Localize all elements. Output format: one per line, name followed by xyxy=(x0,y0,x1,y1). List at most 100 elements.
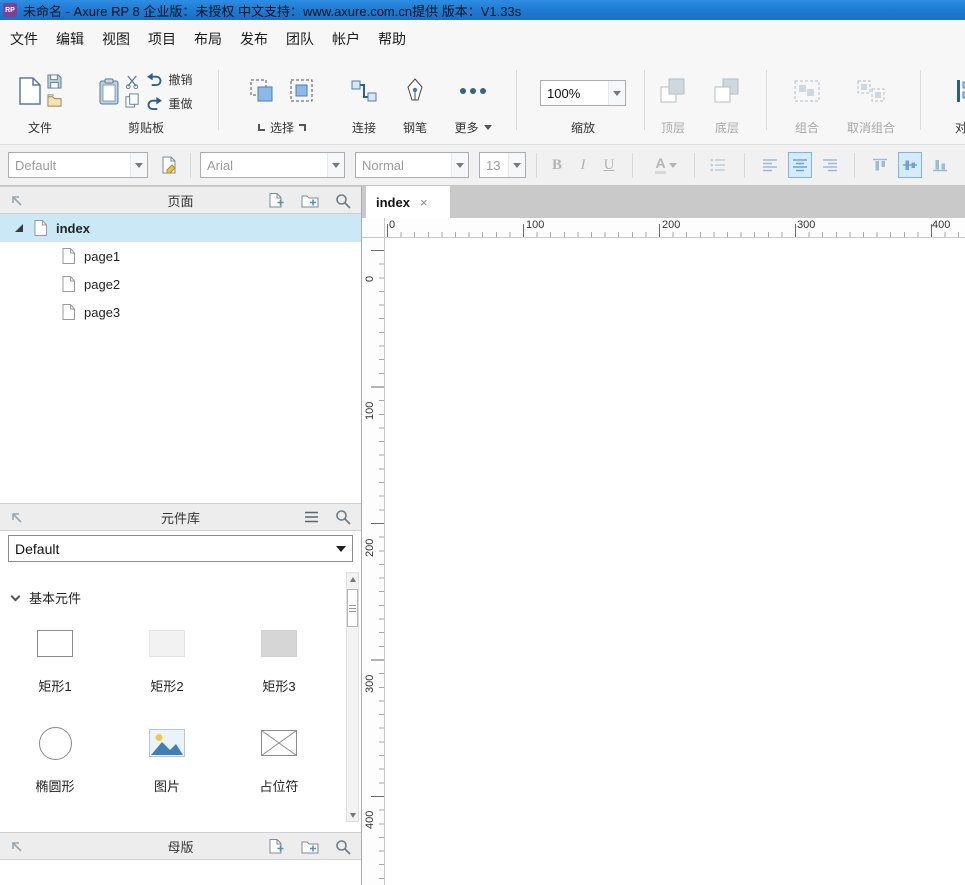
tree-expand-icon[interactable] xyxy=(15,224,23,232)
menu-publish[interactable]: 发布 xyxy=(231,23,277,55)
menu-view[interactable]: 视图 xyxy=(93,23,139,55)
font-style-combobox[interactable]: Normal xyxy=(355,152,469,178)
menu-layout[interactable]: 布局 xyxy=(185,23,231,55)
paste-icon[interactable] xyxy=(99,78,119,105)
widget-rect1-thumb xyxy=(6,618,104,668)
menu-file[interactable]: 文件 xyxy=(1,23,47,55)
panel-pin-icon[interactable] xyxy=(10,840,23,853)
zoom-group: 100% 缩放 xyxy=(528,66,638,138)
style-dropdown-button[interactable] xyxy=(130,153,147,177)
panel-pin-icon[interactable] xyxy=(10,511,23,524)
undo-button[interactable]: 撤销 xyxy=(146,71,192,88)
cut-icon[interactable] xyxy=(125,74,140,89)
ruler-corner xyxy=(362,218,385,238)
group-button[interactable]: 组合 xyxy=(782,66,832,138)
widget-placeholder-thumb xyxy=(230,718,328,768)
save-icon[interactable] xyxy=(47,74,62,89)
add-folder-icon[interactable] xyxy=(301,193,319,208)
redo-button[interactable]: 重做 xyxy=(146,95,192,112)
more-button[interactable]: 更多 xyxy=(442,66,504,138)
tree-item-index[interactable]: index xyxy=(0,214,361,242)
widget-ellipse[interactable]: 椭圆形 xyxy=(6,718,104,795)
new-page-icon[interactable] xyxy=(19,77,41,105)
panel-menu-icon[interactable] xyxy=(304,511,319,523)
menu-project[interactable]: 项目 xyxy=(139,23,185,55)
design-canvas[interactable] xyxy=(385,238,965,885)
library-combobox[interactable]: Default xyxy=(8,535,353,562)
add-folder-icon[interactable] xyxy=(301,839,319,854)
font-color-button[interactable]: A xyxy=(645,152,687,178)
select-corner-right-icon[interactable] xyxy=(299,124,306,131)
valign-top-icon xyxy=(872,158,888,172)
search-icon[interactable] xyxy=(335,839,351,855)
widget-section-header[interactable]: 基本元件 xyxy=(12,588,81,607)
widget-image[interactable]: 图片 xyxy=(118,718,216,795)
widgets-panel-header: 元件库 xyxy=(0,503,361,531)
widget-rect1[interactable]: 矩形1 xyxy=(6,618,104,695)
widgets-scrollbar[interactable] xyxy=(346,572,359,822)
font-style-dropdown-button[interactable] xyxy=(451,153,468,177)
ungroup-button[interactable]: 取消组合 xyxy=(836,66,906,138)
add-page-icon[interactable] xyxy=(268,192,285,209)
pen-button[interactable]: 钢笔 xyxy=(392,66,438,138)
file-tools-group[interactable]: 文件 xyxy=(8,66,72,138)
select-intersect-icon[interactable] xyxy=(249,78,275,104)
tree-item-page1[interactable]: page1 xyxy=(0,242,361,270)
align-text-right-button[interactable] xyxy=(818,152,842,178)
select-mode-group: 选择 xyxy=(228,66,336,138)
menu-edit[interactable]: 编辑 xyxy=(47,23,93,55)
widget-style-combobox[interactable]: Default xyxy=(8,152,148,178)
menu-account[interactable]: 帐户 xyxy=(323,23,369,55)
bring-front-button[interactable]: 顶层 xyxy=(650,66,696,138)
select-contain-icon[interactable] xyxy=(289,78,315,104)
search-icon[interactable] xyxy=(335,193,351,209)
bold-button[interactable]: B xyxy=(545,152,569,178)
valign-top-button[interactable] xyxy=(868,152,892,178)
vertical-ruler[interactable]: 0 100 200 300 400 xyxy=(362,238,385,885)
open-file-icon[interactable] xyxy=(47,93,62,108)
horizontal-ruler[interactable]: 0 100 200 300 400 xyxy=(385,218,965,238)
masters-header-icons xyxy=(268,838,351,855)
underline-button[interactable]: U xyxy=(597,152,621,178)
align-left-icon xyxy=(955,79,965,103)
bring-front-icon xyxy=(660,78,686,104)
align-text-center-button[interactable] xyxy=(788,152,812,178)
panel-pin-icon[interactable] xyxy=(10,194,23,207)
add-page-icon[interactable] xyxy=(268,838,285,855)
valign-bottom-button[interactable] xyxy=(928,152,952,178)
redo-label: 重做 xyxy=(168,95,192,112)
font-size-combobox[interactable]: 13 xyxy=(479,152,526,178)
scroll-up-icon[interactable] xyxy=(347,573,358,585)
send-back-button[interactable]: 底层 xyxy=(704,66,750,138)
widget-rect3[interactable]: 矩形3 xyxy=(230,618,328,695)
select-corner-left-icon[interactable] xyxy=(258,124,265,131)
zoom-combobox[interactable]: 100% xyxy=(540,80,626,106)
search-icon[interactable] xyxy=(335,509,351,525)
copy-icon[interactable] xyxy=(125,93,140,108)
style-editor-icon xyxy=(161,156,179,174)
menu-help[interactable]: 帮助 xyxy=(369,23,415,55)
style-editor-button[interactable] xyxy=(158,152,182,178)
tab-close-icon[interactable]: × xyxy=(420,195,428,210)
font-size-dropdown-button[interactable] xyxy=(508,153,525,177)
widget-rect2[interactable]: 矩形2 xyxy=(118,618,216,695)
valign-middle-button[interactable] xyxy=(898,152,922,178)
align-button[interactable]: 对齐 xyxy=(932,66,965,138)
library-dropdown-button[interactable] xyxy=(330,546,352,552)
font-dropdown-button[interactable] xyxy=(327,153,344,177)
bullet-list-button[interactable] xyxy=(706,152,730,178)
widget-placeholder[interactable]: 占位符 xyxy=(230,718,328,795)
font-color-label: A xyxy=(655,156,665,174)
tree-item-page2[interactable]: page2 xyxy=(0,270,361,298)
canvas-tab-index[interactable]: index × xyxy=(366,186,450,218)
toolbar-separator xyxy=(218,70,219,130)
connect-button[interactable]: 连接 xyxy=(340,66,388,138)
font-family-combobox[interactable]: Arial xyxy=(200,152,345,178)
zoom-dropdown-button[interactable] xyxy=(608,81,625,105)
scrollbar-thumb[interactable] xyxy=(347,589,358,627)
italic-button[interactable]: I xyxy=(571,152,595,178)
scroll-down-icon[interactable] xyxy=(347,809,358,821)
align-text-left-button[interactable] xyxy=(758,152,782,178)
tree-item-page3[interactable]: page3 xyxy=(0,298,361,326)
menu-team[interactable]: 团队 xyxy=(277,23,323,55)
